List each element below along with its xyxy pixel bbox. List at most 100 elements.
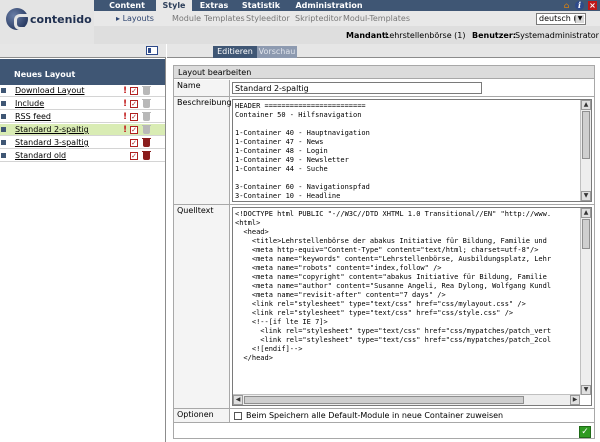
default-modules-checkbox[interactable] <box>234 412 242 420</box>
new-layout-link[interactable]: Neues Layout <box>14 70 75 79</box>
save-row: ✓ <box>174 423 594 439</box>
in-use-warning-icon: ! <box>123 86 128 96</box>
in-use-warning-icon: ! <box>123 112 128 122</box>
source-vertical-scrollbar[interactable]: ▲ ▼ <box>580 208 591 395</box>
description-text: HEADER ======================== Containe… <box>235 102 370 200</box>
logo[interactable]: contenido <box>0 0 94 44</box>
trash-icon <box>142 99 151 108</box>
check-icon[interactable]: ✓ <box>130 126 138 134</box>
source-label: Quelltext <box>174 205 230 408</box>
sub-nav-styleeditor[interactable]: Styleeditor <box>246 14 290 23</box>
main-nav-statistik[interactable]: Statistik <box>236 0 286 11</box>
logo-text: contenido <box>30 13 92 26</box>
source-text: <!DOCTYPE html PUBLIC "-//W3C//DTD XHTML… <box>235 210 552 362</box>
info-icon[interactable]: i <box>575 1 584 10</box>
info-bar: Mandant: Lehrstellenbörse (1) Benutzer: … <box>94 26 600 44</box>
layout-row[interactable]: Download Layout ! ✓ <box>0 85 165 97</box>
layout-list-frame: Neues Layout Download Layout ! ✓ Include… <box>0 44 166 442</box>
sub-nav-skripteditor[interactable]: Skripteditor <box>295 14 342 23</box>
row-marker-icon <box>1 101 6 106</box>
form-title: Layout bearbeiten <box>174 66 594 79</box>
user-value: Systemadministrator <box>515 31 599 40</box>
tab-preview[interactable]: Vorschau <box>257 46 297 58</box>
layout-row[interactable]: Standard old ✓ <box>0 150 165 162</box>
in-use-warning-icon: ! <box>123 125 128 135</box>
layout-name-link[interactable]: RSS feed <box>15 112 51 121</box>
layout-name-link[interactable]: Download Layout <box>15 86 85 95</box>
left-frame-toolbar <box>0 44 166 58</box>
description-scrollbar[interactable]: ▲ ▼ <box>580 100 591 201</box>
sub-nav-module[interactable]: Module <box>172 14 201 23</box>
name-label: Name <box>174 80 230 96</box>
description-row: Beschreibung HEADER ====================… <box>174 97 594 205</box>
source-horizontal-scrollbar[interactable]: ◀ ▶ <box>233 394 580 405</box>
layout-name-link[interactable]: Standard old <box>15 151 66 160</box>
scroll-down-icon[interactable]: ▼ <box>581 385 591 395</box>
language-select[interactable]: deutsch (1) ▼ <box>536 13 586 25</box>
main-navigation: Content Style Extras Statistik Administr… <box>94 0 600 11</box>
check-icon[interactable]: ✓ <box>130 87 138 95</box>
edit-frame: Editieren Vorschau Layout bearbeiten Nam… <box>167 44 600 442</box>
layout-name-link[interactable]: Standard 2-spaltig <box>15 125 89 134</box>
main-nav-extras[interactable]: Extras <box>192 0 236 11</box>
layout-name-link[interactable]: Include <box>15 99 44 108</box>
scroll-right-icon[interactable]: ▶ <box>570 395 580 405</box>
row-marker-icon <box>1 88 6 93</box>
row-marker-icon <box>1 140 6 145</box>
check-icon[interactable]: ✓ <box>130 139 138 147</box>
layout-name-link[interactable]: Standard 3-spaltig <box>15 138 89 147</box>
in-use-warning-icon: ! <box>123 99 128 109</box>
scroll-up-icon[interactable]: ▲ <box>581 100 591 110</box>
check-icon[interactable]: ✓ <box>130 152 138 160</box>
tab-edit[interactable]: Editieren <box>213 46 257 58</box>
contenido-logo-icon <box>6 8 29 30</box>
logout-close-icon[interactable]: × <box>588 1 597 10</box>
source-textarea[interactable]: <!DOCTYPE html PUBLIC "-//W3C//DTD XHTML… <box>232 207 592 406</box>
row-marker-icon <box>1 127 6 132</box>
collapse-frame-icon[interactable] <box>146 46 158 55</box>
options-row: Optionen Beim Speichern alle Default-Mod… <box>174 409 594 423</box>
description-textarea[interactable]: HEADER ======================== Containe… <box>232 99 592 202</box>
sub-navigation: ▸ Layouts Module Templates Styleeditor S… <box>94 11 600 26</box>
scroll-thumb[interactable] <box>582 111 590 159</box>
layout-name-input[interactable] <box>232 82 482 94</box>
layout-row-selected[interactable]: Standard 2-spaltig ! ✓ <box>0 124 165 136</box>
row-marker-icon <box>1 114 6 119</box>
client-value: Lehrstellenbörse (1) <box>385 31 466 40</box>
chevron-down-icon: ▼ <box>575 15 584 23</box>
layout-edit-form: Layout bearbeiten Name Beschreibung HEAD… <box>173 65 595 439</box>
default-modules-checkbox-label[interactable]: Beim Speichern alle Default-Module in ne… <box>246 411 503 420</box>
scroll-left-icon[interactable]: ◀ <box>233 395 243 405</box>
sub-nav-layouts-label: Layouts <box>122 14 154 23</box>
client-label: Mandant: <box>346 31 389 40</box>
scroll-down-icon[interactable]: ▼ <box>581 191 591 201</box>
sub-nav-templates[interactable]: Templates <box>204 14 245 23</box>
scroll-thumb[interactable] <box>582 219 590 249</box>
description-label: Beschreibung <box>174 97 232 204</box>
user-label: Benutzer: <box>472 31 516 40</box>
trash-icon[interactable] <box>142 138 151 147</box>
home-icon[interactable]: ⌂ <box>562 1 571 10</box>
name-row: Name <box>174 80 594 97</box>
main-nav-style[interactable]: Style <box>156 0 192 11</box>
trash-icon[interactable] <box>142 151 151 160</box>
trash-icon <box>142 112 151 121</box>
scroll-up-icon[interactable]: ▲ <box>581 208 591 218</box>
header: contenido Content Style Extras Statistik… <box>0 0 600 44</box>
scroll-thumb[interactable] <box>244 396 524 404</box>
row-marker-icon <box>1 153 6 158</box>
check-icon[interactable]: ✓ <box>130 113 138 121</box>
trash-icon <box>142 125 151 134</box>
main-nav-content[interactable]: Content <box>98 0 156 11</box>
layout-row[interactable]: Include ! ✓ <box>0 98 165 110</box>
trash-icon <box>142 86 151 95</box>
sub-nav-modul-templates[interactable]: Modul-Templates <box>343 14 410 23</box>
layout-row[interactable]: RSS feed ! ✓ <box>0 111 165 123</box>
main-nav-administration[interactable]: Administration <box>286 0 372 11</box>
layout-row[interactable]: Standard 3-spaltig ✓ <box>0 137 165 149</box>
save-button[interactable]: ✓ <box>579 426 591 438</box>
check-icon[interactable]: ✓ <box>130 100 138 108</box>
edit-tabs-bar: Editieren Vorschau <box>167 44 600 58</box>
sub-nav-layouts[interactable]: ▸ Layouts <box>116 14 154 23</box>
source-row: Quelltext <!DOCTYPE html PUBLIC "-//W3C/… <box>174 205 594 409</box>
